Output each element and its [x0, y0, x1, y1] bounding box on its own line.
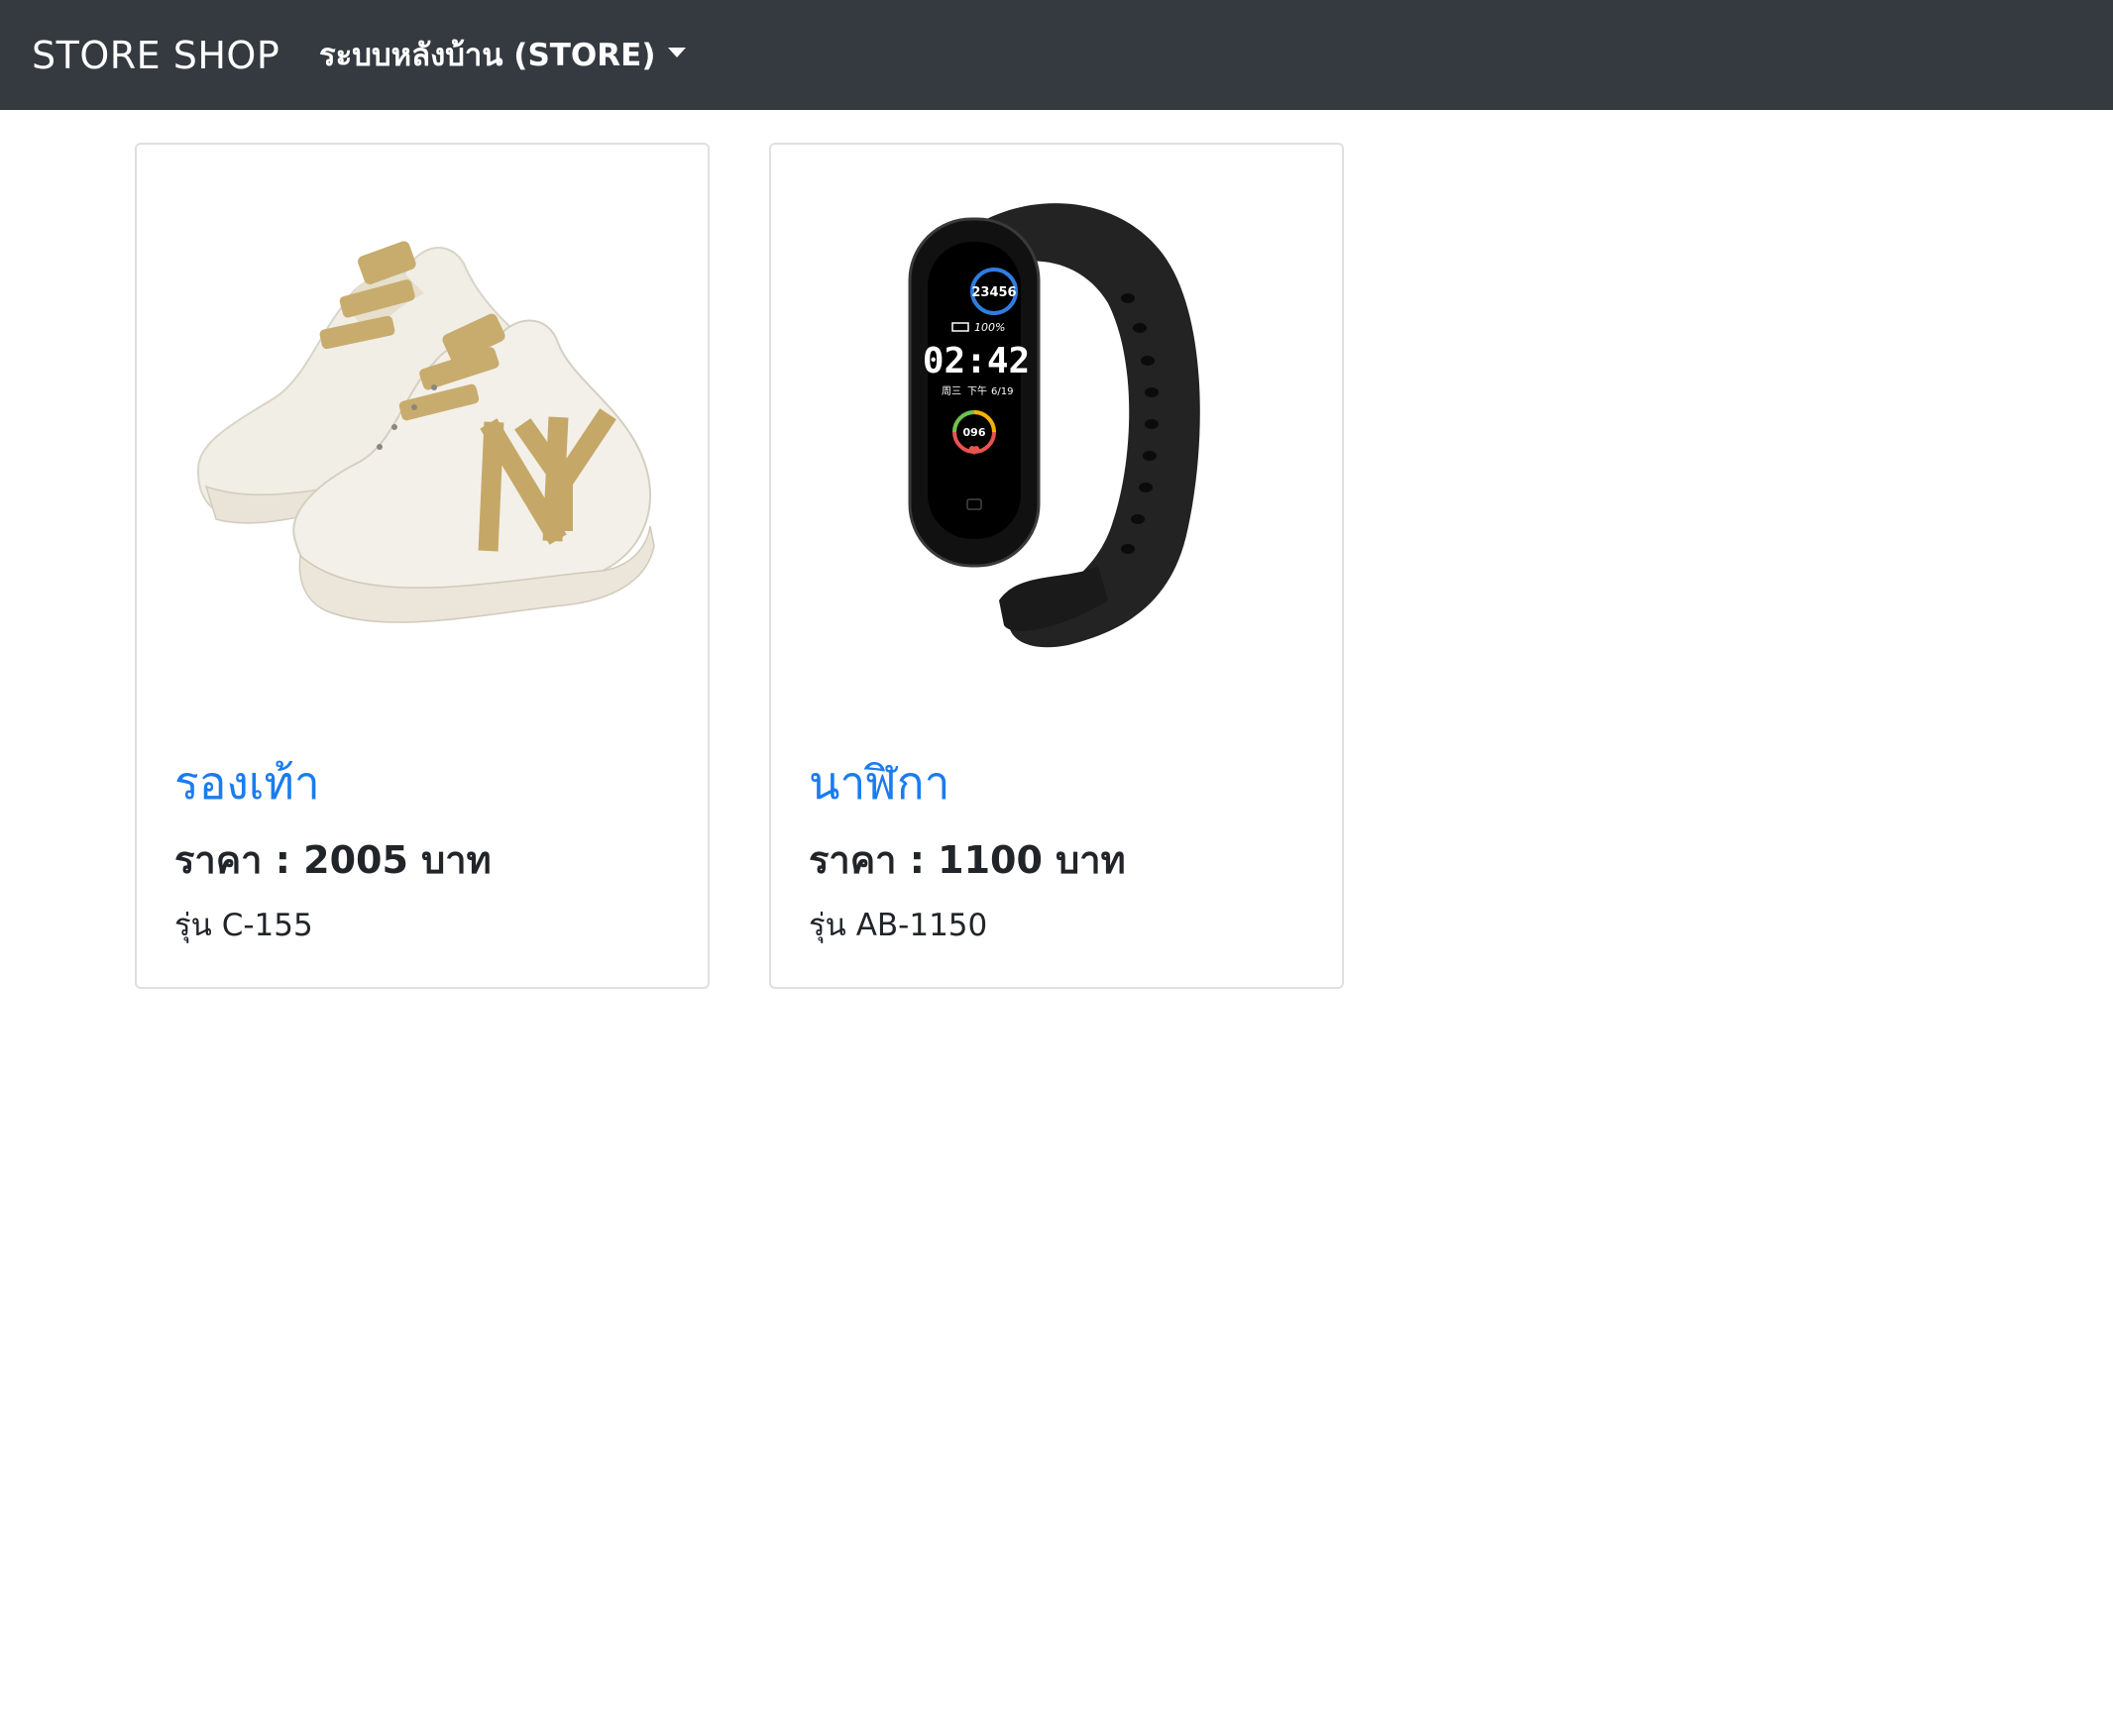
day-readout: 周三: [942, 385, 961, 397]
caret-down-icon: [667, 48, 686, 57]
time-readout: 02:42: [923, 341, 1030, 381]
product-title-link[interactable]: รองเท้า: [174, 755, 320, 811]
steps-readout: 23456: [971, 285, 1016, 300]
sneakers-image: [196, 241, 655, 623]
period-readout: 下午: [967, 384, 987, 397]
product-card: รองเท้า ราคา : 2005 บาท รุ่น C-155: [135, 143, 710, 989]
store-admin-dropdown-label: ระบบหลังบ้าน (STORE): [319, 38, 656, 73]
store-admin-dropdown[interactable]: ระบบหลังบ้าน (STORE): [319, 38, 686, 73]
product-model: รุ่น C-155: [174, 908, 313, 943]
product-card: 23456 100% 02:42 周三 下午 6/19 096 นาฬิกา ร…: [769, 143, 1344, 989]
brand-link[interactable]: STORE SHOP: [32, 34, 279, 77]
date-readout: 6/19: [991, 386, 1013, 397]
product-price: ราคา : 2005 บาท: [174, 838, 492, 882]
product-model: รุ่น AB-1150: [809, 908, 988, 943]
battery-readout: 100%: [974, 321, 1005, 334]
product-price: ราคา : 1100 บาท: [809, 838, 1126, 882]
product-title-link[interactable]: นาฬิกา: [809, 755, 949, 811]
heart-rate-readout: 096: [963, 426, 986, 439]
top-navbar: STORE SHOP ระบบหลังบ้าน (STORE): [0, 0, 2113, 110]
smart-band-image: 23456 100% 02:42 周三 下午 6/19 096: [908, 203, 1200, 648]
